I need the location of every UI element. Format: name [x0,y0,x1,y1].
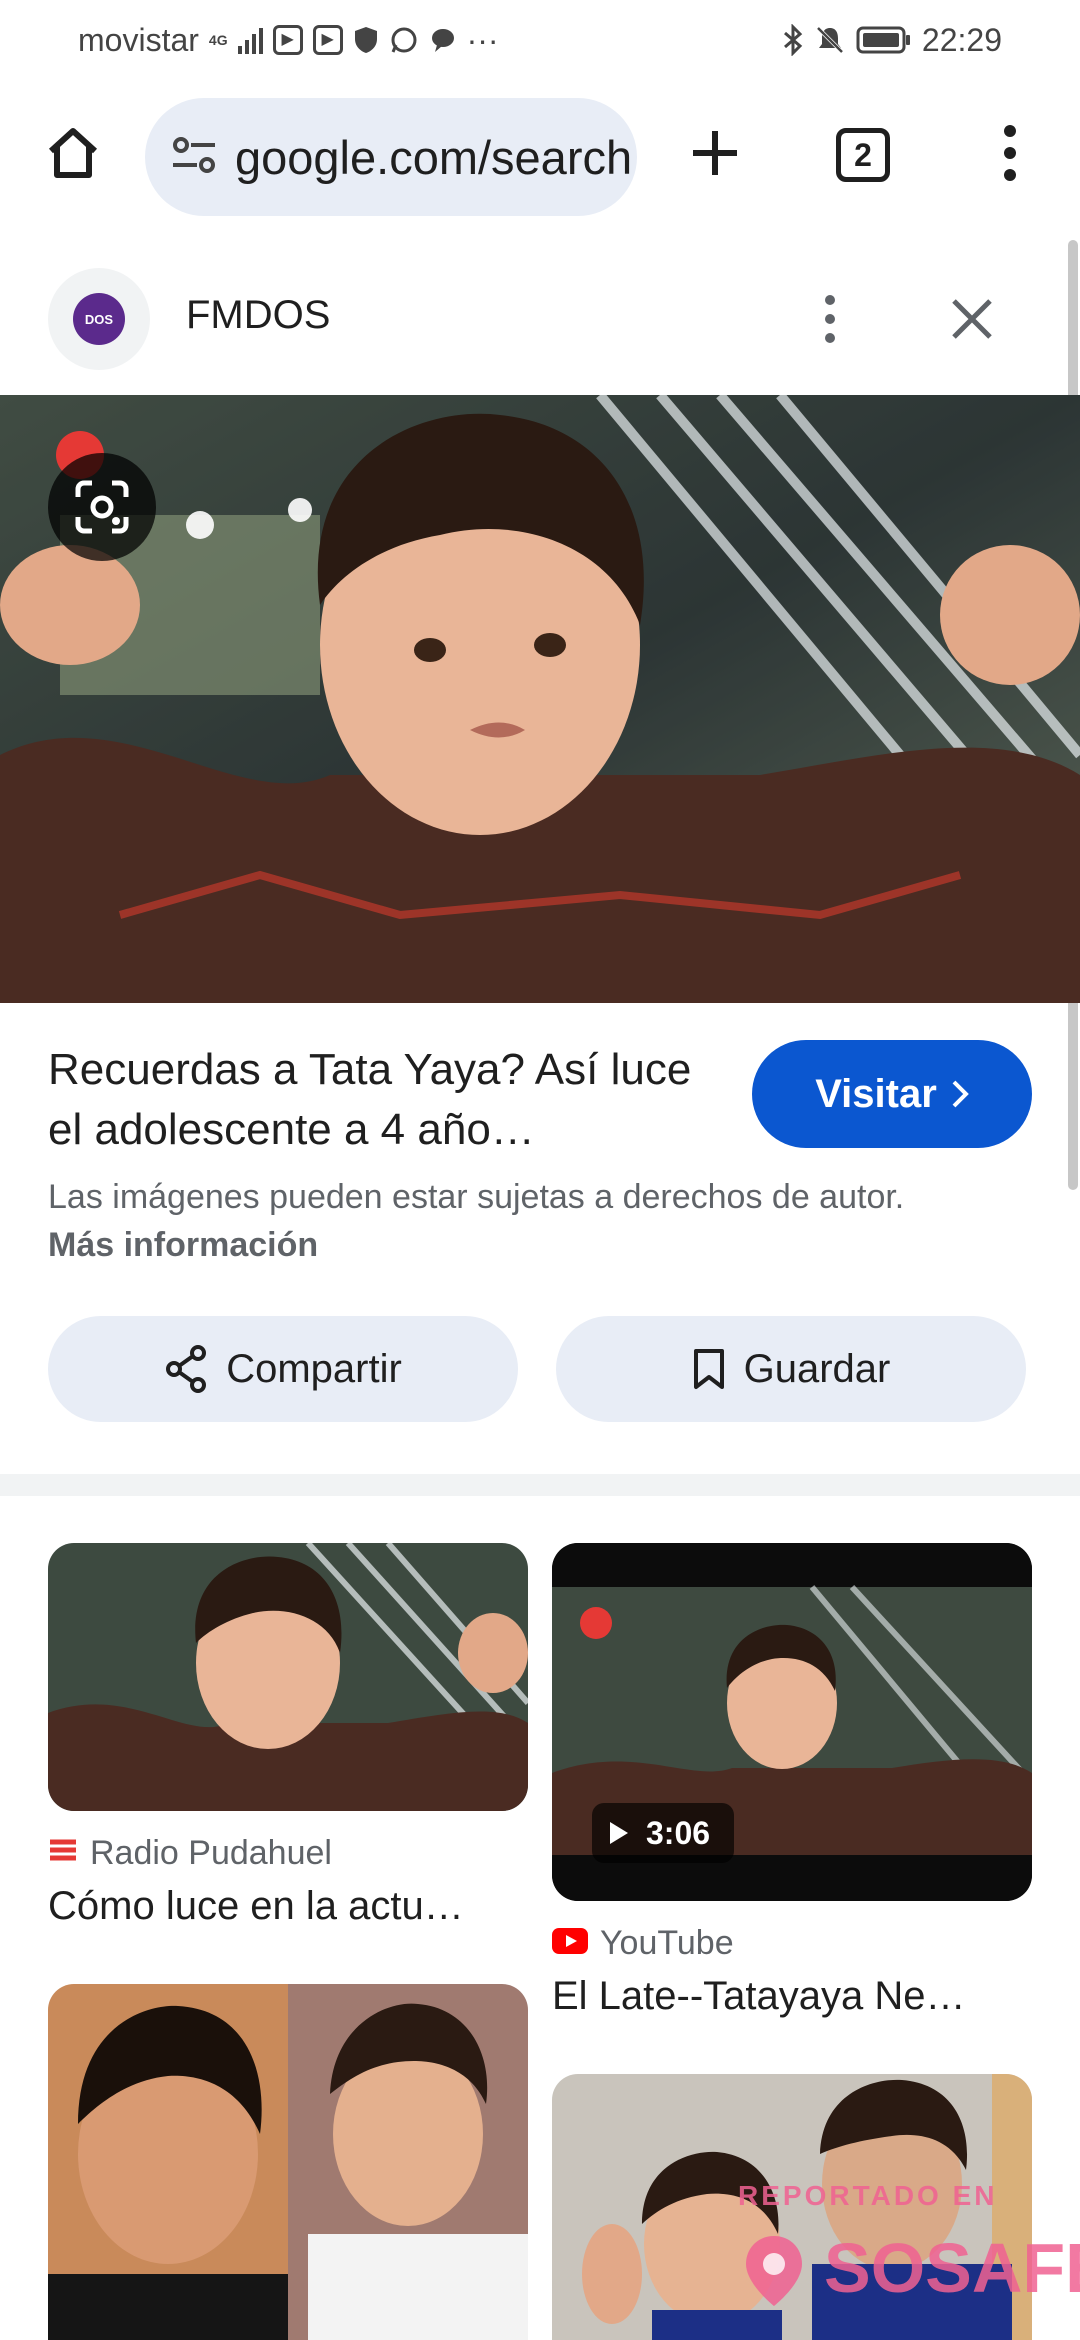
related-image[interactable] [48,1543,528,1811]
whatsapp-icon [389,25,419,55]
result-title[interactable]: Recuerdas a Tata Yaya? Así luce el adole… [48,1040,728,1160]
image-source-header: DOS FMDOS [0,265,1060,375]
lens-icon [75,480,129,534]
bluetooth-icon [782,24,804,56]
watermark-line1: REPORTADO EN [738,2180,998,2211]
section-divider [0,1474,1080,1496]
notification-app-icon: ▶ [312,25,343,55]
copyright-text: Las imágenes pueden estar sujetas a dere… [48,1178,905,1216]
visit-label: Visitar [815,1071,937,1116]
source-avatar: DOS [48,268,150,370]
browser-menu-button[interactable] [985,118,1035,188]
play-icon [610,1822,628,1844]
source-logo: DOS [73,293,125,345]
source-options-button[interactable] [810,287,850,351]
browser-toolbar: google.com/search 2 [0,90,1080,220]
location-pin-icon [746,2236,802,2306]
more-vert-icon [825,295,835,343]
more-notifications-icon: ··· [466,21,499,58]
status-left: movistar 4G ▶ ▶ ··· [78,22,499,59]
related-title[interactable]: Cómo luce en la actu… [48,1884,464,1929]
close-icon [952,299,992,339]
related-source-name: Radio Pudahuel [90,1834,332,1872]
close-button[interactable] [940,287,1004,351]
status-bar: movistar 4G ▶ ▶ ··· 22:29 [0,0,1080,80]
status-right: 22:29 [782,22,1002,59]
more-info-link[interactable]: Más información [48,1226,318,1264]
url-text: google.com/search [235,130,633,184]
home-icon [48,128,98,178]
clock: 22:29 [921,21,1002,58]
radio-pudahuel-logo-icon [48,1834,78,1873]
new-tab-button[interactable] [680,118,750,188]
related-image[interactable] [48,1984,528,2340]
related-source[interactable]: Radio Pudahuel [48,1834,332,1873]
watermark-line2: SOSAFE [824,2229,1080,2307]
site-settings-icon[interactable] [171,135,217,180]
tab-switcher-button[interactable]: 2 [836,128,890,182]
visit-button[interactable]: Visitar [752,1040,1032,1148]
plus-icon [693,131,737,175]
related-video-thumbnail[interactable]: 3:06 [552,1543,1032,1901]
battery-icon [856,25,912,55]
bell-muted-icon [814,24,846,56]
save-label: Guardar [743,1346,891,1391]
sosafe-watermark: REPORTADO EN SOSAFE [724,2180,1080,2330]
share-label: Compartir [226,1346,402,1391]
signal-icon [237,26,263,54]
network-type: 4G [208,32,228,48]
source-name[interactable]: FMDOS [186,293,330,338]
copyright-notice: Las imágenes pueden estar sujetas a dere… [48,1173,948,1269]
bookmark-icon [693,1349,724,1389]
main-image[interactable] [0,395,1080,1003]
google-lens-button[interactable] [48,453,156,561]
notification-app-icon: ▶ [272,25,303,55]
chat-icon [429,26,457,54]
more-vert-icon [1004,125,1016,181]
related-source[interactable]: YouTube [552,1924,734,1963]
share-icon [166,1345,207,1393]
youtube-logo-icon [552,1924,588,1963]
related-source-name: YouTube [600,1924,734,1962]
chevron-right-icon [952,1080,969,1108]
save-button[interactable]: Guardar [556,1316,1026,1422]
share-button[interactable]: Compartir [48,1316,518,1422]
carrier-name: movistar [78,21,199,58]
duration-text: 3:06 [646,1814,711,1851]
video-duration: 3:06 [592,1803,735,1863]
home-button[interactable] [38,118,108,188]
address-bar[interactable]: google.com/search [145,98,637,216]
related-title[interactable]: El Late--Tatayaya Ne… [552,1974,966,2019]
shield-icon [353,25,379,55]
